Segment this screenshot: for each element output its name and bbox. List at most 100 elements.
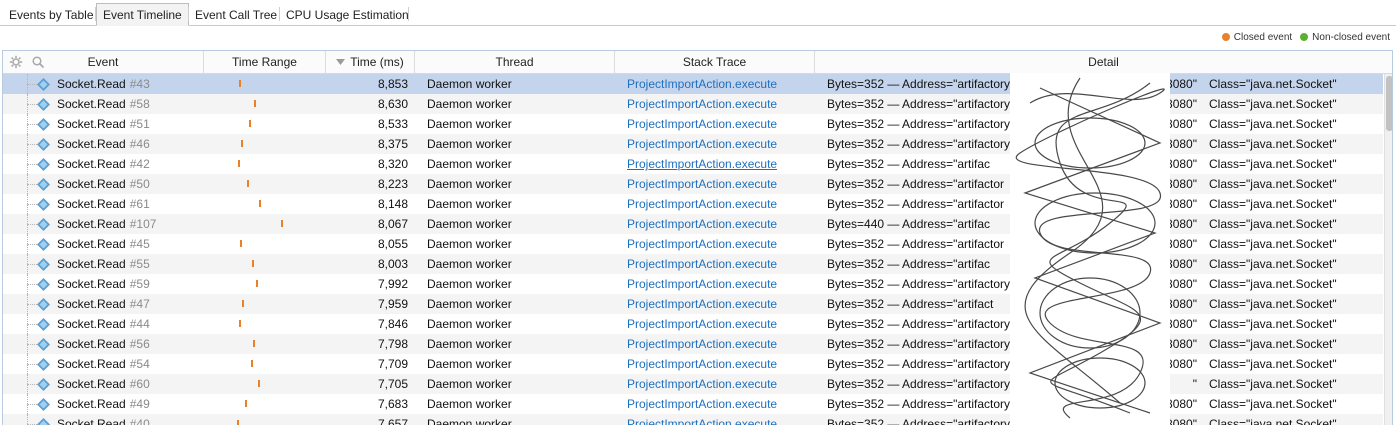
time-ms: 8,533 xyxy=(377,117,408,131)
column-header-stack-trace[interactable]: Stack Trace xyxy=(615,51,815,73)
table-row[interactable]: Socket.Read #44 7,846 Daemon worker ProjectI… xyxy=(3,314,1383,334)
tab-events-by-table[interactable]: Events by Table xyxy=(2,4,101,24)
search-icon[interactable] xyxy=(31,55,45,69)
stack-trace-link[interactable]: ProjectImportAction.execute xyxy=(627,334,777,354)
gear-icon[interactable] xyxy=(9,55,23,69)
stack-trace-link[interactable]: ProjectImportAction.execute xyxy=(627,214,777,234)
table-row[interactable]: Socket.Read #56 7,798 Daemon worker ProjectI… xyxy=(3,334,1383,354)
thread-name: Daemon worker xyxy=(427,177,512,191)
time-ms: 7,992 xyxy=(377,277,408,291)
table-row[interactable]: Socket.Read #107 8,067 Daemon worker Project… xyxy=(3,214,1383,234)
time-range-marker xyxy=(242,300,244,307)
thread-name: Daemon worker xyxy=(427,297,512,311)
column-header-time[interactable]: Time (ms) xyxy=(326,51,415,73)
table-row[interactable]: Socket.Read #47 7,959 Daemon worker ProjectI… xyxy=(3,294,1383,314)
table-row[interactable]: Socket.Read #42 8,320 Daemon worker ProjectI… xyxy=(3,154,1383,174)
event-number: #51 xyxy=(129,117,150,131)
event-label: Socket.Read xyxy=(57,277,126,291)
event-label: Socket.Read xyxy=(57,117,126,131)
time-ms: 8,055 xyxy=(377,237,408,251)
column-header-time-range[interactable]: Time Range xyxy=(204,51,326,73)
scrollbar-thumb[interactable] xyxy=(1386,76,1392,131)
event-label: Socket.Read xyxy=(57,77,126,91)
event-name: Socket.Read #61 xyxy=(57,194,150,214)
column-header-event[interactable]: Event xyxy=(3,51,204,73)
detail-class: Class="java.net.Socket" xyxy=(1209,257,1337,271)
event-label: Socket.Read xyxy=(57,357,126,371)
stack-trace-link[interactable]: ProjectImportAction.execute xyxy=(627,374,777,394)
thread-name: Daemon worker xyxy=(427,377,512,391)
stack-trace-link[interactable]: ProjectImportAction.execute xyxy=(627,134,777,154)
table-row[interactable]: Socket.Read #60 7,705 Daemon worker ProjectI… xyxy=(3,374,1383,394)
detail-class: Class="java.net.Socket" xyxy=(1209,177,1337,191)
stack-trace-link[interactable]: ProjectImportAction.execute xyxy=(627,314,777,334)
thread-name: Daemon worker xyxy=(427,397,512,411)
detail-class: Class="java.net.Socket" xyxy=(1209,337,1337,351)
event-name: Socket.Read #49 xyxy=(57,394,150,414)
thread-name: Daemon worker xyxy=(427,117,512,131)
socket-event-icon xyxy=(37,258,50,271)
table-row[interactable]: Socket.Read #40 7,657 Daemon worker ProjectI… xyxy=(3,414,1383,425)
tab-event-call-tree[interactable]: Event Call Tree xyxy=(188,4,284,24)
non-closed-event-dot-icon xyxy=(1300,33,1309,41)
table-row[interactable]: Socket.Read #59 7,992 Daemon worker ProjectI… xyxy=(3,274,1383,294)
stack-trace-link[interactable]: ProjectImportAction.execute xyxy=(627,234,777,254)
detail-address: Bytes=440 — Address="artifac xyxy=(827,217,991,231)
tab-event-timeline[interactable]: Event Timeline xyxy=(96,3,189,26)
table-row[interactable]: Socket.Read #50 8,223 Daemon worker ProjectI… xyxy=(3,174,1383,194)
stack-trace-link[interactable]: ProjectImportAction.execute xyxy=(627,294,777,314)
thread-name: Daemon worker xyxy=(427,97,512,111)
event-number: #43 xyxy=(129,77,150,91)
time-range-marker xyxy=(254,100,256,107)
stack-trace-link[interactable]: ProjectImportAction.execute xyxy=(627,414,777,425)
event-number: #45 xyxy=(129,237,150,251)
table-row[interactable]: Socket.Read #49 7,683 Daemon worker ProjectI… xyxy=(3,394,1383,414)
detail-address: Bytes=352 — Address="artifactory.tr xyxy=(827,277,1020,291)
table-row[interactable]: Socket.Read #54 7,709 Daemon worker ProjectI… xyxy=(3,354,1383,374)
table-row[interactable]: Socket.Read #61 8,148 Daemon worker ProjectI… xyxy=(3,194,1383,214)
detail-address: Bytes=352 — Address="artifac xyxy=(827,257,991,271)
tab-cpu-usage-estimation[interactable]: CPU Usage Estimation xyxy=(279,4,416,24)
table-body: Socket.Read #43 8,853 Daemon worker ProjectI… xyxy=(3,74,1383,425)
table-row[interactable]: Socket.Read #55 8,003 Daemon worker ProjectI… xyxy=(3,254,1383,274)
event-label: Socket.Read xyxy=(57,177,126,191)
time-ms: 8,003 xyxy=(377,257,408,271)
thread-name: Daemon worker xyxy=(427,277,512,291)
stack-trace-link[interactable]: ProjectImportAction.execute xyxy=(627,74,777,94)
detail-class: Class="java.net.Socket" xyxy=(1209,217,1337,231)
event-label: Socket.Read xyxy=(57,137,126,151)
stack-trace-link[interactable]: ProjectImportAction.execute xyxy=(627,174,777,194)
time-range-marker xyxy=(281,220,283,227)
redaction-scribble-icon xyxy=(1015,77,1165,419)
detail-address: Bytes=352 — Address="artifactor xyxy=(827,177,1005,191)
column-header-detail[interactable]: Detail xyxy=(815,51,1392,73)
stack-trace-link[interactable]: ProjectImportAction.execute xyxy=(627,114,777,134)
event-name: Socket.Read #60 xyxy=(57,374,150,394)
detail-address: Bytes=352 — Address="artifactor xyxy=(827,237,1005,251)
event-label: Socket.Read xyxy=(57,257,126,271)
stack-trace-link[interactable]: ProjectImportAction.execute xyxy=(627,354,777,374)
event-number: #49 xyxy=(129,397,150,411)
column-label-thread: Thread xyxy=(495,55,534,69)
table-row[interactable]: Socket.Read #51 8,533 Daemon worker ProjectI… xyxy=(3,114,1383,134)
stack-trace-link[interactable]: ProjectImportAction.execute xyxy=(627,254,777,274)
event-name: Socket.Read #45 xyxy=(57,234,150,254)
table-row[interactable]: Socket.Read #43 8,853 Daemon worker ProjectI… xyxy=(3,74,1383,94)
stack-trace-link[interactable]: ProjectImportAction.execute xyxy=(627,274,777,294)
stack-trace-link[interactable]: ProjectImportAction.execute xyxy=(627,154,777,174)
stack-trace-link[interactable]: ProjectImportAction.execute xyxy=(627,94,777,114)
vertical-scrollbar[interactable] xyxy=(1384,74,1392,425)
event-name: Socket.Read #55 xyxy=(57,254,150,274)
tree-connector xyxy=(27,264,37,265)
time-range-marker xyxy=(240,240,242,247)
stack-trace-link[interactable]: ProjectImportAction.execute xyxy=(627,394,777,414)
detail-address: Bytes=352 — Address="artifact xyxy=(827,297,994,311)
column-header-thread[interactable]: Thread xyxy=(415,51,615,73)
table-row[interactable]: Socket.Read #45 8,055 Daemon worker ProjectI… xyxy=(3,234,1383,254)
stack-trace-link[interactable]: ProjectImportAction.execute xyxy=(627,194,777,214)
table-row[interactable]: Socket.Read #58 8,630 Daemon worker ProjectI… xyxy=(3,94,1383,114)
time-ms: 8,067 xyxy=(377,217,408,231)
tree-connector xyxy=(27,304,37,305)
redaction-scribble xyxy=(1010,73,1170,425)
table-row[interactable]: Socket.Read #46 8,375 Daemon worker ProjectI… xyxy=(3,134,1383,154)
